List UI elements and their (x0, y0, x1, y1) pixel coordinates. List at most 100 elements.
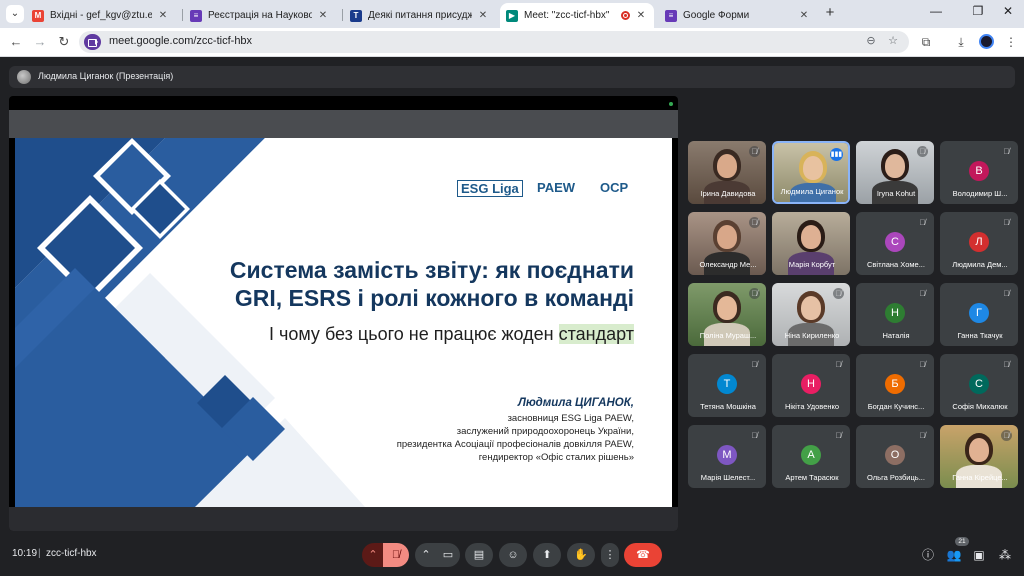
participant-tile[interactable]: С 🎙̸ Світлана Хоме... (856, 212, 934, 275)
forward-arrow-icon[interactable]: → (32, 34, 48, 50)
participant-avatar-initial: С (969, 374, 989, 394)
video-face-shape (885, 154, 905, 178)
participant-name: Iryna Kohut (876, 189, 916, 198)
camera-button[interactable]: ▭ (436, 543, 460, 567)
profile-avatar[interactable] (979, 34, 994, 49)
participant-tile[interactable]: Г 🎙̸ Ганна Ткачук (940, 283, 1018, 346)
participant-avatar-initial: Н (801, 374, 821, 394)
participant-avatar-initial: Т (717, 374, 737, 394)
speaking-indicator-icon: ▮▮▮ (830, 148, 843, 161)
site-info-meet-icon[interactable] (84, 34, 101, 50)
slide-subtitle-highlight: стандарт (558, 324, 634, 344)
browser-tab-title: Реєстрація на Науково-практич (208, 10, 312, 21)
presentation-stage[interactable]: ESG Liga PAEW OCP Система замість звіту:… (9, 96, 678, 531)
mic-muted-icon: 🎙̸ (835, 431, 842, 440)
audio-options-chevron-icon[interactable]: ⌃ (362, 543, 384, 567)
meet-icon: ▶ (506, 9, 518, 22)
participant-name: Володимир Ш... (952, 189, 1008, 198)
chat-icon[interactable]: ▣ (970, 546, 988, 564)
tab-close-icon[interactable]: ✕ (797, 10, 811, 21)
forms-icon: ≡ (665, 9, 677, 22)
meeting-info-icon[interactable]: ⓘ (919, 546, 937, 564)
video-face-shape (803, 156, 823, 180)
activities-icon[interactable]: ⁂ (996, 546, 1014, 564)
people-icon[interactable]: 👥 (945, 546, 963, 564)
participant-name: Артем Тарасюк (785, 473, 839, 482)
minimize-icon[interactable]: — (926, 4, 946, 18)
participant-tile[interactable]: 🎙̸ Ганна Кірейце... (940, 425, 1018, 488)
participant-tile[interactable]: С 🎙̸ Софія Михалюк (940, 354, 1018, 417)
mic-muted-icon: 🎙̸ (833, 288, 844, 299)
tab-close-icon[interactable]: ✕ (316, 10, 330, 21)
participant-tile[interactable]: 🎙̸ Ніна Кириленко (772, 283, 850, 346)
participant-name: Богдан Кучинс... (867, 402, 925, 411)
microphone-muted-button[interactable]: 🎙̸ (383, 543, 409, 567)
tab-close-icon[interactable]: ✕ (156, 10, 170, 21)
participant-tile[interactable]: А 🎙̸ Артем Тарасюк (772, 425, 850, 488)
participant-name: Марія Корбут (788, 260, 836, 269)
bookmark-star-icon[interactable]: ☆ (885, 34, 901, 47)
reload-icon[interactable]: ↻ (56, 34, 72, 50)
tab-separator (182, 9, 183, 21)
video-face-shape (801, 296, 821, 320)
participant-tile[interactable]: 🎙̸ Олександр Ме... (688, 212, 766, 275)
back-arrow-icon[interactable]: ← (8, 34, 24, 50)
present-screen-button[interactable]: ⬆ (533, 543, 561, 567)
participant-name: Софія Михалюк (952, 402, 1008, 411)
participant-tile[interactable]: В 🎙̸ Володимир Ш... (940, 141, 1018, 204)
leave-call-button[interactable]: ☎ (624, 543, 662, 567)
browser-tab-strip: ⌄ M Вхідні - gef_kgv@ztu.edu.ua - Пош ✕ ≡ Ре… (0, 0, 1024, 28)
participant-avatar-initial: О (885, 445, 905, 465)
browser-tab[interactable]: ≡ Реєстрація на Науково-практич ✕ (184, 3, 336, 28)
zoom-icon[interactable]: ⊖ (863, 34, 879, 47)
participant-avatar-initial: Г (969, 303, 989, 323)
participant-tile[interactable]: Н 🎙̸ Нікіта Удовенко (772, 354, 850, 417)
captions-button[interactable]: ▤ (465, 543, 493, 567)
participant-tile[interactable]: 🎙̸ Поліна Мураш... (688, 283, 766, 346)
new-tab-plus-icon[interactable]: + (822, 5, 838, 21)
browser-tab[interactable]: ▶ Meet: "zcc-ticf-hbx" ✕ (500, 3, 654, 28)
browser-tab-title: Meet: "zcc-ticf-hbx" (524, 10, 610, 21)
video-face-shape (717, 225, 737, 249)
participant-tile[interactable]: О 🎙̸ Ольга Розбиць... (856, 425, 934, 488)
participant-tile[interactable]: Н 🎙̸ Наталія (856, 283, 934, 346)
slide-author-name: Людмила ЦИГАНОК, (517, 397, 634, 409)
window-close-icon[interactable]: ✕ (998, 4, 1018, 18)
raise-hand-button[interactable]: ✋ (567, 543, 595, 567)
participant-tile[interactable]: Марія Корбут (772, 212, 850, 275)
participant-tile[interactable]: 🎙̸ Ірина Давидова (688, 141, 766, 204)
reactions-emoji-button[interactable]: ☺ (499, 543, 527, 567)
mic-muted-icon: 🎙̸ (1003, 218, 1010, 227)
browser-tab[interactable]: Т Деякі питання присудження сту ✕ (344, 3, 496, 28)
mic-muted-icon: 🎙̸ (1003, 289, 1010, 298)
participant-count-badge: 21 (955, 537, 969, 546)
mic-muted-icon: 🎙̸ (919, 360, 926, 369)
brand-ocp: OCP (600, 180, 629, 195)
participant-name: Ірина Давидова (700, 189, 756, 198)
browser-tab[interactable]: ≡ Google Форми ✕ (659, 3, 817, 28)
video-options-chevron-icon[interactable]: ⌃ (415, 543, 437, 567)
participant-tile[interactable]: Б 🎙̸ Богдан Кучинс... (856, 354, 934, 417)
participant-name: Наталія (882, 331, 910, 340)
participant-tile[interactable]: Т 🎙̸ Тетяна Мошкіна (688, 354, 766, 417)
participant-avatar-initial: В (969, 161, 989, 181)
tab-search-chevron-icon[interactable]: ⌄ (6, 5, 24, 23)
address-url[interactable]: meet.google.com/zcc-ticf-hbx (109, 35, 252, 47)
participant-name: Ганна Кірейце... (952, 473, 1008, 482)
address-bar[interactable]: meet.google.com/zcc-ticf-hbx ⊖ ☆ (79, 31, 909, 53)
participant-tile[interactable]: ▮▮▮ Людмила Циганок (772, 141, 850, 204)
participant-tile[interactable]: Л 🎙̸ Людмила Дем... (940, 212, 1018, 275)
browser-tab[interactable]: M Вхідні - gef_kgv@ztu.edu.ua - Пош ✕ (26, 3, 176, 28)
shared-window-footer (9, 507, 678, 531)
participant-tile[interactable]: 🎙̸ Iryna Kohut (856, 141, 934, 204)
browser-menu-icon[interactable]: ⋮ (1003, 34, 1019, 50)
mic-muted-icon: 🎙̸ (919, 289, 926, 298)
tab-close-icon[interactable]: ✕ (634, 10, 648, 21)
tab-close-icon[interactable]: ✕ (476, 10, 490, 21)
slide-subtitle-text: І чому без цього не працює жоден (268, 324, 559, 344)
more-options-button[interactable]: ⋮ (601, 543, 619, 567)
extensions-puzzle-icon[interactable]: ⧉ (918, 34, 934, 50)
maximize-icon[interactable]: ❐ (968, 4, 988, 18)
participant-tile[interactable]: М 🎙̸ Марія Шелест... (688, 425, 766, 488)
download-icon[interactable]: ⤓ (953, 34, 969, 50)
